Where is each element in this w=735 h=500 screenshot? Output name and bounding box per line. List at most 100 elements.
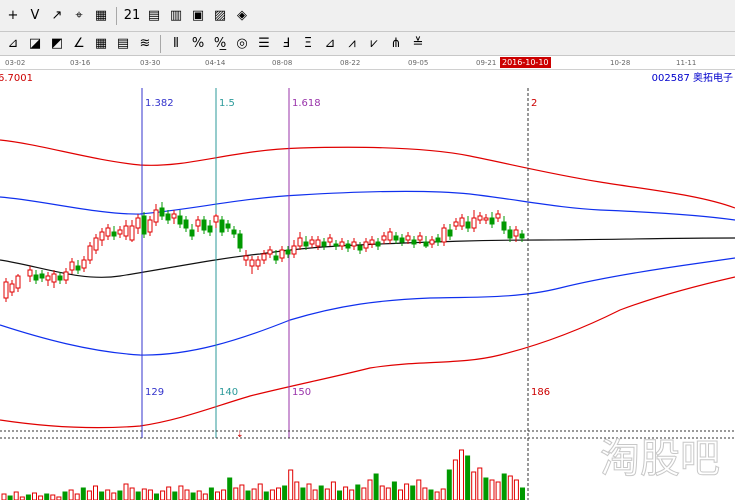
candle	[315, 239, 321, 247]
fib-timezone-button[interactable]: ⫴	[165, 34, 187, 54]
angle-line-button[interactable]: ∠	[68, 34, 90, 54]
candle	[189, 229, 195, 237]
candle	[357, 245, 363, 251]
calendar-button[interactable]: 21	[121, 6, 143, 26]
candle	[45, 275, 51, 281]
candle	[99, 231, 105, 241]
fan-line-button[interactable]: ⊿	[2, 34, 24, 54]
price-label-button[interactable]: ⌖	[68, 6, 90, 26]
volume-bar	[410, 485, 416, 500]
candle	[375, 241, 381, 247]
candle	[435, 237, 441, 243]
volume-bar	[202, 493, 208, 500]
candle	[39, 273, 45, 279]
gann-button[interactable]: ▦	[90, 6, 112, 26]
volume-bar	[38, 495, 44, 500]
volume-bar	[379, 485, 385, 500]
volume-bar	[25, 494, 31, 500]
candle	[429, 239, 435, 245]
candle	[297, 237, 303, 247]
volume-bar	[117, 490, 123, 500]
volume-bar	[282, 485, 288, 500]
lower-inner-band	[0, 257, 735, 356]
volume-bar	[50, 494, 56, 500]
volume-bar	[294, 481, 300, 500]
calculator-button[interactable]: ▤	[143, 6, 165, 26]
network-button[interactable]: ◈	[231, 6, 253, 26]
fib-retrace-button[interactable]: ☰	[253, 34, 275, 54]
candle	[453, 221, 459, 227]
gann-fan-button[interactable]: ◩	[46, 34, 68, 54]
candle	[93, 237, 99, 251]
volume-bar	[434, 491, 440, 500]
grid-button[interactable]: ▦	[90, 34, 112, 54]
drawing-toolbar: ⊿ ◪ ◩ ∠ ▦ ▤ ≋ ⫴% %̲ ◎ ☰ Ⅎ Ξ ⊿ ⩘ ⩗ ⋔ ≚	[0, 32, 735, 56]
candle	[141, 215, 147, 235]
candle	[243, 255, 249, 261]
speed-resistance-button[interactable]: ◪	[24, 34, 46, 54]
volume-bar	[489, 479, 495, 500]
candle	[309, 239, 315, 245]
candle	[183, 219, 189, 229]
volume-bar	[215, 491, 220, 500]
toolbar-separator	[116, 6, 117, 25]
fib-arc-button[interactable]: ⊿	[319, 34, 341, 54]
volume-bar	[440, 488, 446, 500]
candle	[225, 223, 231, 229]
report-button[interactable]: ▥	[165, 6, 187, 26]
volume-bar	[367, 479, 373, 500]
volume-bar	[495, 481, 501, 500]
fib-spiral-button[interactable]: ⩘	[341, 34, 363, 54]
date-axis: 03-02 03-16 03-30 04-14 08-08 08-22 09-05 09-21…	[0, 56, 735, 70]
volume-bar	[391, 481, 397, 500]
candle	[513, 229, 519, 237]
parallel-button[interactable]: ≋	[134, 34, 156, 54]
cycle-button[interactable]: ◎	[231, 34, 253, 54]
box-grid-button[interactable]: ▤	[112, 34, 134, 54]
candle	[3, 281, 9, 299]
fib-count-129: 129	[145, 387, 164, 398]
volume-bar	[166, 486, 172, 500]
candles-group	[3, 202, 525, 302]
line-draw-button[interactable]: V	[24, 6, 46, 26]
crosshair-button[interactable]: +	[2, 6, 24, 26]
percent-line-button[interactable]: %̲	[209, 34, 231, 54]
candle	[165, 213, 171, 221]
arrow-draw-button[interactable]: ↗	[46, 6, 68, 26]
candle	[201, 219, 207, 231]
volume-bar	[337, 490, 342, 500]
volume-bar	[398, 489, 403, 500]
volume-bar	[385, 487, 391, 500]
candle	[501, 221, 507, 231]
candle	[303, 241, 309, 247]
price-chart[interactable]: 6.7001 002587 奥拓电子 1.382 1.5 1.618 2 129…	[0, 70, 735, 500]
fib-line-button[interactable]: Ⅎ	[275, 34, 297, 54]
candle	[69, 261, 75, 271]
candle	[129, 225, 135, 241]
percent-button[interactable]: %	[187, 34, 209, 54]
candle	[249, 259, 255, 267]
volume-bar	[288, 469, 294, 500]
pitchfork-button[interactable]: ⋔	[385, 34, 407, 54]
candle	[219, 219, 225, 233]
fib-fan-button[interactable]: Ξ	[297, 34, 319, 54]
date-tick: 10-28	[610, 59, 631, 67]
volume-bar	[111, 492, 117, 500]
volume-bar	[263, 491, 269, 500]
export-button[interactable]: ▨	[209, 6, 231, 26]
volume-bar	[221, 489, 227, 500]
wave-button[interactable]: ≚	[407, 34, 429, 54]
volume-bar	[68, 489, 74, 500]
volume-bar	[330, 481, 336, 500]
date-tick: 08-22	[340, 59, 361, 67]
volume-bar	[105, 489, 111, 500]
candle	[321, 241, 327, 247]
save-button[interactable]: ▣	[187, 6, 209, 26]
volume-bar	[208, 487, 214, 500]
andrews-button[interactable]: ⩗	[363, 34, 385, 54]
candle	[333, 243, 339, 247]
volume-bar	[44, 493, 50, 500]
volume-bar	[452, 459, 458, 500]
volume-bar	[318, 485, 324, 500]
volume-bar	[269, 489, 275, 500]
